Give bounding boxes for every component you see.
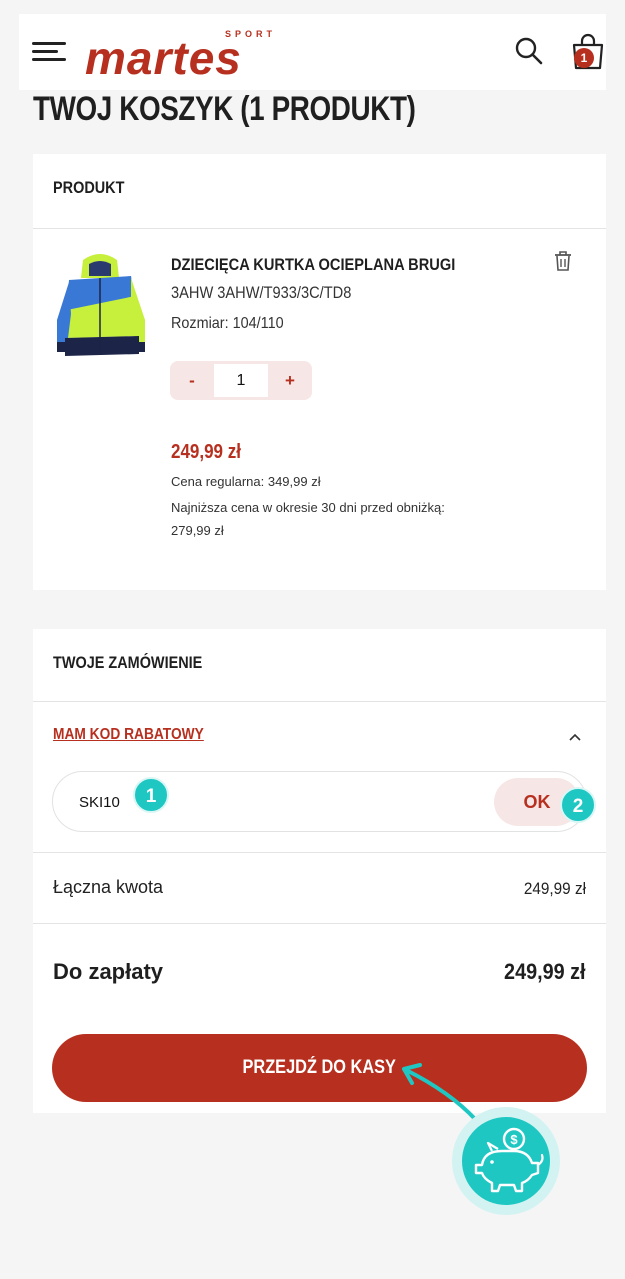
- piggy-bank-badge: $: [452, 1107, 560, 1215]
- page-title: TWOJ KOSZYK (1 PRODUKT): [33, 90, 416, 128]
- trash-icon[interactable]: [553, 250, 573, 272]
- regular-price: Cena regularna: 349,99 zł: [171, 474, 321, 489]
- lowest-price-value: 279,99 zł: [171, 523, 224, 538]
- discount-code-input[interactable]: [79, 791, 379, 813]
- divider: [33, 852, 606, 853]
- product-section-heading: PRODUKT: [53, 178, 125, 197]
- svg-text:martes: martes: [85, 32, 242, 82]
- product-card: PRODUKT DZIECIĘCA KURTKA OCIEPLANA BRUGI…: [33, 154, 606, 590]
- product-size: Rozmiar: 104/110: [171, 315, 284, 332]
- step-2-badge: 2: [560, 787, 596, 823]
- divider: [33, 228, 606, 229]
- checkout-button-label: PRZEJDŹ DO KASY: [242, 1057, 397, 1078]
- piggy-bank-icon: $: [474, 1127, 544, 1193]
- product-price: 249,99 zł: [171, 441, 241, 463]
- svg-text:$: $: [510, 1132, 518, 1147]
- amount-due-value: 249,99 zł: [504, 959, 586, 984]
- total-label: Łączna kwota: [53, 877, 164, 897]
- quantity-increase-button[interactable]: +: [268, 361, 312, 400]
- product-image[interactable]: [53, 250, 148, 364]
- discount-code-toggle[interactable]: MAM KOD RABATOWY: [53, 726, 204, 744]
- step-1-badge: 1: [133, 777, 169, 813]
- search-icon[interactable]: [514, 36, 544, 66]
- piggy-bank-circle: $: [462, 1117, 550, 1205]
- site-header: SPORT martes: [19, 14, 606, 90]
- total-value: 249,99 zł: [523, 879, 586, 898]
- martes-logo[interactable]: SPORT martes: [85, 26, 300, 82]
- chevron-up-icon[interactable]: [569, 733, 581, 741]
- lowest-price-note: Najniższa cena w okresie 30 dni przed ob…: [171, 500, 445, 515]
- quantity-input[interactable]: [214, 364, 268, 397]
- quantity-stepper: - +: [170, 361, 312, 400]
- menu-icon[interactable]: [32, 40, 66, 64]
- quantity-decrease-button[interactable]: -: [170, 361, 214, 400]
- product-code: 3AHW 3AHW/T933/3C/TD8: [171, 283, 352, 302]
- amount-due-label: Do zapłaty: [53, 959, 164, 984]
- order-section-heading: TWOJE ZAMÓWIENIE: [53, 653, 203, 672]
- divider: [33, 701, 606, 702]
- cart-count-badge: 1: [574, 48, 594, 68]
- divider: [33, 923, 606, 924]
- discount-code-field: OK: [52, 771, 587, 832]
- product-name[interactable]: DZIECIĘCA KURTKA OCIEPLANA BRUGI: [171, 255, 455, 275]
- checkout-button[interactable]: PRZEJDŹ DO KASY: [52, 1034, 587, 1102]
- order-summary-card: TWOJE ZAMÓWIENIE MAM KOD RABATOWY OK Łąc…: [33, 629, 606, 1113]
